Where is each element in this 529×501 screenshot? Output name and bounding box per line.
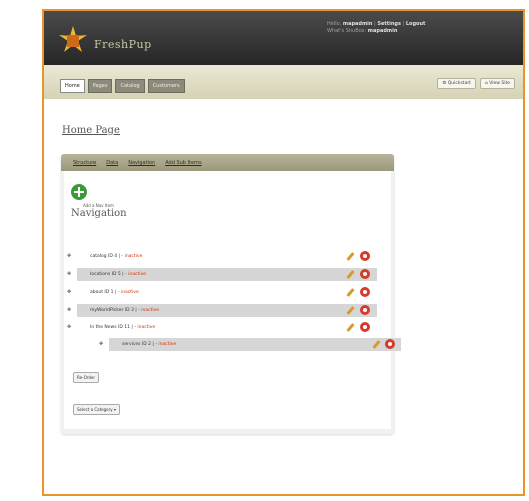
settings-link[interactable]: Settings <box>377 21 401 27</box>
drag-handle-icon[interactable]: ✥ <box>67 289 71 295</box>
nav-row[interactable]: ✥ In the News ID 11 | - inactive <box>67 321 377 334</box>
tab-pages[interactable]: Pages <box>87 79 113 93</box>
nav-item-label: about ID 1 | - <box>90 290 121 295</box>
nav-item-label: In the News ID 11 | - <box>90 325 138 330</box>
nav-row[interactable]: ✥ catalog ID 4 | - inactive <box>67 250 377 263</box>
nav-item-status[interactable]: inactive <box>121 290 139 295</box>
panel-header: Structure Data Navigation Add Sub Items <box>61 154 394 171</box>
edit-pencil-icon[interactable] <box>346 306 355 315</box>
delete-icon[interactable] <box>360 287 370 297</box>
tab-catalog[interactable]: Catalog <box>115 79 145 93</box>
category-select[interactable]: Select a Category ▾ <box>73 404 120 415</box>
delete-icon[interactable] <box>360 322 370 332</box>
edit-pencil-icon[interactable] <box>372 340 381 349</box>
panel-tab-data[interactable]: Data <box>106 160 118 166</box>
nav-row-nested[interactable]: ✥ services ID 2 | - inactive <box>99 338 401 351</box>
navigation-panel: Structure Data Navigation Add Sub Items … <box>61 154 401 434</box>
tab-customers[interactable]: Customers <box>147 79 185 93</box>
delete-icon[interactable] <box>360 305 370 315</box>
nav-item-label: locations ID 5 | - <box>90 272 129 277</box>
site-label: What's ShuBox: <box>327 28 368 34</box>
nav-row[interactable]: ✥ myWorldPicker ID 3 | - inactive <box>67 304 377 317</box>
view-site-label: View Site <box>489 81 510 86</box>
panel-tab-add-sub-items[interactable]: Add Sub Items <box>165 160 201 166</box>
nav-item-status[interactable]: inactive <box>141 308 159 313</box>
panel-body: Add a Nav Item Navigation ✥ catalog ID 4… <box>64 171 401 429</box>
username-link[interactable]: mapadmin <box>343 21 373 27</box>
nav-row[interactable]: ✥ locations ID 5 | - inactive <box>67 268 377 281</box>
user-links: Hello, mapadmin | Settings | Logout What… <box>327 21 425 35</box>
logout-link[interactable]: Logout <box>406 21 426 27</box>
main-tab-bar: Home Pages Catalog Customers ⚙ Quickstar… <box>44 65 523 99</box>
brand-name: FreshPup <box>94 38 152 51</box>
drag-handle-icon[interactable]: ✥ <box>67 324 71 330</box>
quickstart-label: Quickstart <box>447 81 471 86</box>
drag-handle-icon[interactable]: ✥ <box>67 253 71 259</box>
nav-item-status[interactable]: inactive <box>128 272 146 277</box>
category-select-value: Select a Category <box>77 407 113 412</box>
delete-icon[interactable] <box>360 269 370 279</box>
navigation-title: Navigation <box>71 208 127 219</box>
logo-icon <box>59 26 87 52</box>
nav-item-status[interactable]: inactive <box>125 254 143 259</box>
delete-icon[interactable] <box>385 339 395 349</box>
nav-item-status[interactable]: inactive <box>158 342 176 347</box>
nav-item-label: myWorldPicker ID 3 | - <box>90 308 142 313</box>
nav-row[interactable]: ✥ about ID 1 | - inactive <box>67 286 377 299</box>
top-bar: FreshPup Hello, mapadmin | Settings | Lo… <box>44 11 523 65</box>
nav-item-status[interactable]: inactive <box>137 325 155 330</box>
site-link[interactable]: mapadmin <box>368 28 398 34</box>
nav-item-label: services ID 2 | - <box>122 342 159 347</box>
nav-item-label: catalog ID 4 | - <box>90 254 125 259</box>
edit-pencil-icon[interactable] <box>346 288 355 297</box>
drag-handle-icon[interactable]: ✥ <box>67 307 71 313</box>
panel-tab-navigation[interactable]: Navigation <box>128 160 155 166</box>
drag-handle-icon[interactable]: ✥ <box>67 271 71 277</box>
tab-home[interactable]: Home <box>60 79 85 93</box>
edit-pencil-icon[interactable] <box>346 252 355 261</box>
page-title[interactable]: Home Page <box>62 125 120 136</box>
panel-tab-structure[interactable]: Structure <box>73 160 96 166</box>
delete-icon[interactable] <box>360 251 370 261</box>
app-frame: FreshPup Hello, mapadmin | Settings | Lo… <box>42 9 525 496</box>
add-nav-item-icon[interactable] <box>71 184 87 200</box>
quickstart-button[interactable]: ⚙ Quickstart <box>437 78 476 89</box>
edit-pencil-icon[interactable] <box>346 323 355 332</box>
view-site-button[interactable]: ⌂ View Site <box>479 78 515 89</box>
edit-pencil-icon[interactable] <box>346 270 355 279</box>
greeting: Hello, <box>327 21 343 27</box>
reorder-button[interactable]: Re-Order <box>73 372 99 383</box>
drag-handle-icon[interactable]: ✥ <box>99 341 103 347</box>
